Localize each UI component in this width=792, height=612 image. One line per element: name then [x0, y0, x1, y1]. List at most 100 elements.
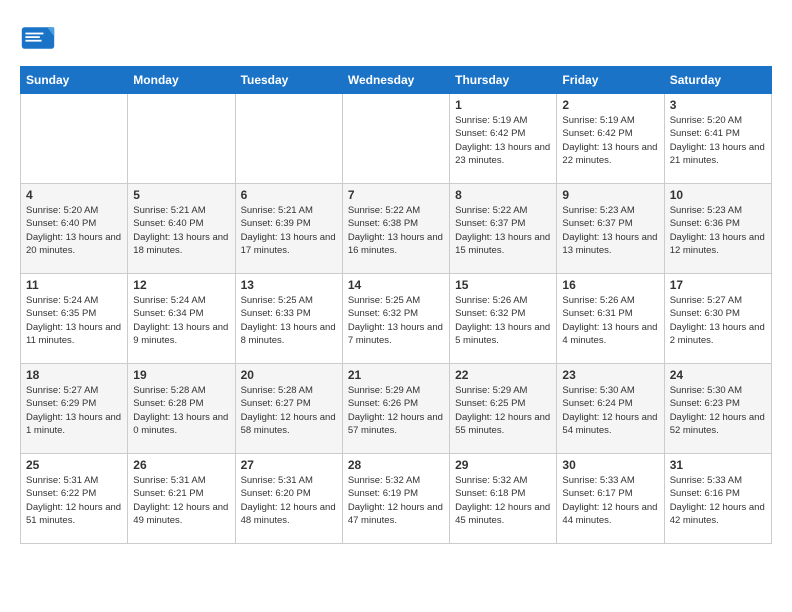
day-number: 7	[348, 188, 444, 202]
day-info: Sunrise: 5:20 AM Sunset: 6:40 PM Dayligh…	[26, 204, 122, 257]
calendar-cell: 1Sunrise: 5:19 AM Sunset: 6:42 PM Daylig…	[450, 94, 557, 184]
day-info: Sunrise: 5:32 AM Sunset: 6:18 PM Dayligh…	[455, 474, 551, 527]
calendar-cell: 18 Sunrise: 5:27 AM Sunset: 6:29 PM Dayli…	[21, 364, 128, 454]
day-info: Sunrise: 5:25 AM Sunset: 6:33 PM Dayligh…	[241, 294, 337, 347]
weekday-header-monday: Monday	[128, 67, 235, 94]
calendar-cell: 23 Sunrise: 5:30 AM Sunset: 6:24 PM Dayli…	[557, 364, 664, 454]
calendar-cell: 17 Sunrise: 5:27 AM Sunset: 6:30 PM Dayli…	[664, 274, 771, 364]
day-number: 17	[670, 278, 766, 292]
calendar-cell: 24 Sunrise: 5:30 AM Sunset: 6:23 PM Dayli…	[664, 364, 771, 454]
day-number: 18	[26, 368, 122, 382]
weekday-header-saturday: Saturday	[664, 67, 771, 94]
day-number: 10	[670, 188, 766, 202]
day-info: Sunrise: 5:22 AM Sunset: 6:37 PM Dayligh…	[455, 204, 551, 257]
day-number: 4	[26, 188, 122, 202]
day-number: 24	[670, 368, 766, 382]
day-info: Sunrise: 5:24 AM Sunset: 6:34 PM Dayligh…	[133, 294, 229, 347]
day-info: Sunrise: 5:30 AM Sunset: 6:24 PM Dayligh…	[562, 384, 658, 437]
day-number: 22	[455, 368, 551, 382]
day-number: 19	[133, 368, 229, 382]
day-number: 27	[241, 458, 337, 472]
logo-icon	[20, 20, 56, 56]
day-number: 2	[562, 98, 658, 112]
calendar-cell: 29 Sunrise: 5:32 AM Sunset: 6:18 PM Dayli…	[450, 454, 557, 544]
day-info: Sunrise: 5:22 AM Sunset: 6:38 PM Dayligh…	[348, 204, 444, 257]
calendar-header: SundayMondayTuesdayWednesdayThursdayFrid…	[21, 67, 772, 94]
calendar-week-4: 18 Sunrise: 5:27 AM Sunset: 6:29 PM Dayli…	[21, 364, 772, 454]
calendar-cell	[342, 94, 449, 184]
calendar-cell: 22 Sunrise: 5:29 AM Sunset: 6:25 PM Dayli…	[450, 364, 557, 454]
day-info: Sunrise: 5:33 AM Sunset: 6:16 PM Dayligh…	[670, 474, 766, 527]
day-info: Sunrise: 5:30 AM Sunset: 6:23 PM Dayligh…	[670, 384, 766, 437]
day-number: 26	[133, 458, 229, 472]
day-number: 15	[455, 278, 551, 292]
calendar-cell: 21 Sunrise: 5:29 AM Sunset: 6:26 PM Dayli…	[342, 364, 449, 454]
day-number: 21	[348, 368, 444, 382]
calendar-cell: 8 Sunrise: 5:22 AM Sunset: 6:37 PM Daylig…	[450, 184, 557, 274]
day-number: 11	[26, 278, 122, 292]
weekday-header-wednesday: Wednesday	[342, 67, 449, 94]
day-number: 29	[455, 458, 551, 472]
calendar-body: 1 Sunrise: 5:19 AM Sunset: 6:42 PM Daylig…	[21, 94, 772, 544]
calendar-cell: 28 Sunrise: 5:32 AM Sunset: 6:19 PM Dayli…	[342, 454, 449, 544]
calendar-cell: 26 Sunrise: 5:31 AM Sunset: 6:21 PM Dayli…	[128, 454, 235, 544]
day-info: Sunrise: 5:29 AM Sunset: 6:26 PM Dayligh…	[348, 384, 444, 437]
calendar-week-2: 4 Sunrise: 5:20 AM Sunset: 6:40 PM Daylig…	[21, 184, 772, 274]
day-info: Sunrise: 5:25 AM Sunset: 6:32 PM Dayligh…	[348, 294, 444, 347]
day-number: 13	[241, 278, 337, 292]
calendar-cell: 14 Sunrise: 5:25 AM Sunset: 6:32 PM Dayli…	[342, 274, 449, 364]
day-info: Sunrise: 5:31 AM Sunset: 6:21 PM Dayligh…	[133, 474, 229, 527]
day-number: 8	[455, 188, 551, 202]
logo	[20, 20, 60, 56]
day-info: Sunrise: 5:32 AM Sunset: 6:19 PM Dayligh…	[348, 474, 444, 527]
calendar-cell: 11 Sunrise: 5:24 AM Sunset: 6:35 PM Dayli…	[21, 274, 128, 364]
day-info: Sunrise: 5:23 AM Sunset: 6:36 PM Dayligh…	[670, 204, 766, 257]
calendar-cell: 5Sunrise: 5:21 AM Sunset: 6:40 PM Daylig…	[128, 184, 235, 274]
calendar-cell: 15 Sunrise: 5:26 AM Sunset: 6:32 PM Dayli…	[450, 274, 557, 364]
day-number: 12	[133, 278, 229, 292]
calendar-cell: 10 Sunrise: 5:23 AM Sunset: 6:36 PM Dayli…	[664, 184, 771, 274]
day-number: 14	[348, 278, 444, 292]
calendar-cell	[21, 94, 128, 184]
calendar-cell: 2 Sunrise: 5:19 AM Sunset: 6:42 PM Daylig…	[557, 94, 664, 184]
weekday-header-thursday: Thursday	[450, 67, 557, 94]
calendar-cell: 25 Sunrise: 5:31 AM Sunset: 6:22 PM Dayli…	[21, 454, 128, 544]
weekday-header-friday: Friday	[557, 67, 664, 94]
calendar-cell: 13 Sunrise: 5:25 AM Sunset: 6:33 PM Dayli…	[235, 274, 342, 364]
day-number: 16	[562, 278, 658, 292]
calendar-cell: 19 Sunrise: 5:28 AM Sunset: 6:28 PM Dayli…	[128, 364, 235, 454]
day-number: 1	[455, 98, 551, 112]
day-info: Sunrise: 5:26 AM Sunset: 6:32 PM Dayligh…	[455, 294, 551, 347]
day-info: Sunrise: 5:23 AM Sunset: 6:37 PM Dayligh…	[562, 204, 658, 257]
calendar-cell: 27Sunrise: 5:31 AM Sunset: 6:20 PM Dayli…	[235, 454, 342, 544]
day-number: 28	[348, 458, 444, 472]
day-number: 30	[562, 458, 658, 472]
day-info: Sunrise: 5:19 AM Sunset: 6:42 PM Dayligh…	[562, 114, 658, 167]
day-info: Sunrise: 5:31 AM Sunset: 6:22 PM Dayligh…	[26, 474, 122, 527]
day-info: Sunrise: 5:20 AM Sunset: 6:41 PM Dayligh…	[670, 114, 766, 167]
calendar-cell: 4 Sunrise: 5:20 AM Sunset: 6:40 PM Daylig…	[21, 184, 128, 274]
day-info: Sunrise: 5:27 AM Sunset: 6:29 PM Dayligh…	[26, 384, 122, 437]
weekday-header-tuesday: Tuesday	[235, 67, 342, 94]
calendar-cell: 31Sunrise: 5:33 AM Sunset: 6:16 PM Dayli…	[664, 454, 771, 544]
weekday-row: SundayMondayTuesdayWednesdayThursdayFrid…	[21, 67, 772, 94]
day-number: 23	[562, 368, 658, 382]
day-info: Sunrise: 5:28 AM Sunset: 6:28 PM Dayligh…	[133, 384, 229, 437]
calendar-week-5: 25 Sunrise: 5:31 AM Sunset: 6:22 PM Dayli…	[21, 454, 772, 544]
day-info: Sunrise: 5:28 AM Sunset: 6:27 PM Dayligh…	[241, 384, 337, 437]
calendar-table: SundayMondayTuesdayWednesdayThursdayFrid…	[20, 66, 772, 544]
calendar-week-1: 1 Sunrise: 5:19 AM Sunset: 6:42 PM Daylig…	[21, 94, 772, 184]
day-number: 25	[26, 458, 122, 472]
day-info: Sunrise: 5:27 AM Sunset: 6:30 PM Dayligh…	[670, 294, 766, 347]
calendar-cell: 9Sunrise: 5:23 AM Sunset: 6:37 PM Daylig…	[557, 184, 664, 274]
day-info: Sunrise: 5:29 AM Sunset: 6:25 PM Dayligh…	[455, 384, 551, 437]
day-number: 5	[133, 188, 229, 202]
calendar-cell: 20 Sunrise: 5:28 AM Sunset: 6:27 PM Dayli…	[235, 364, 342, 454]
calendar-cell: 7 Sunrise: 5:22 AM Sunset: 6:38 PM Daylig…	[342, 184, 449, 274]
day-info: Sunrise: 5:24 AM Sunset: 6:35 PM Dayligh…	[26, 294, 122, 347]
weekday-header-sunday: Sunday	[21, 67, 128, 94]
day-number: 20	[241, 368, 337, 382]
day-info: Sunrise: 5:26 AM Sunset: 6:31 PM Dayligh…	[562, 294, 658, 347]
day-number: 3	[670, 98, 766, 112]
calendar-cell: 6Sunrise: 5:21 AM Sunset: 6:39 PM Daylig…	[235, 184, 342, 274]
